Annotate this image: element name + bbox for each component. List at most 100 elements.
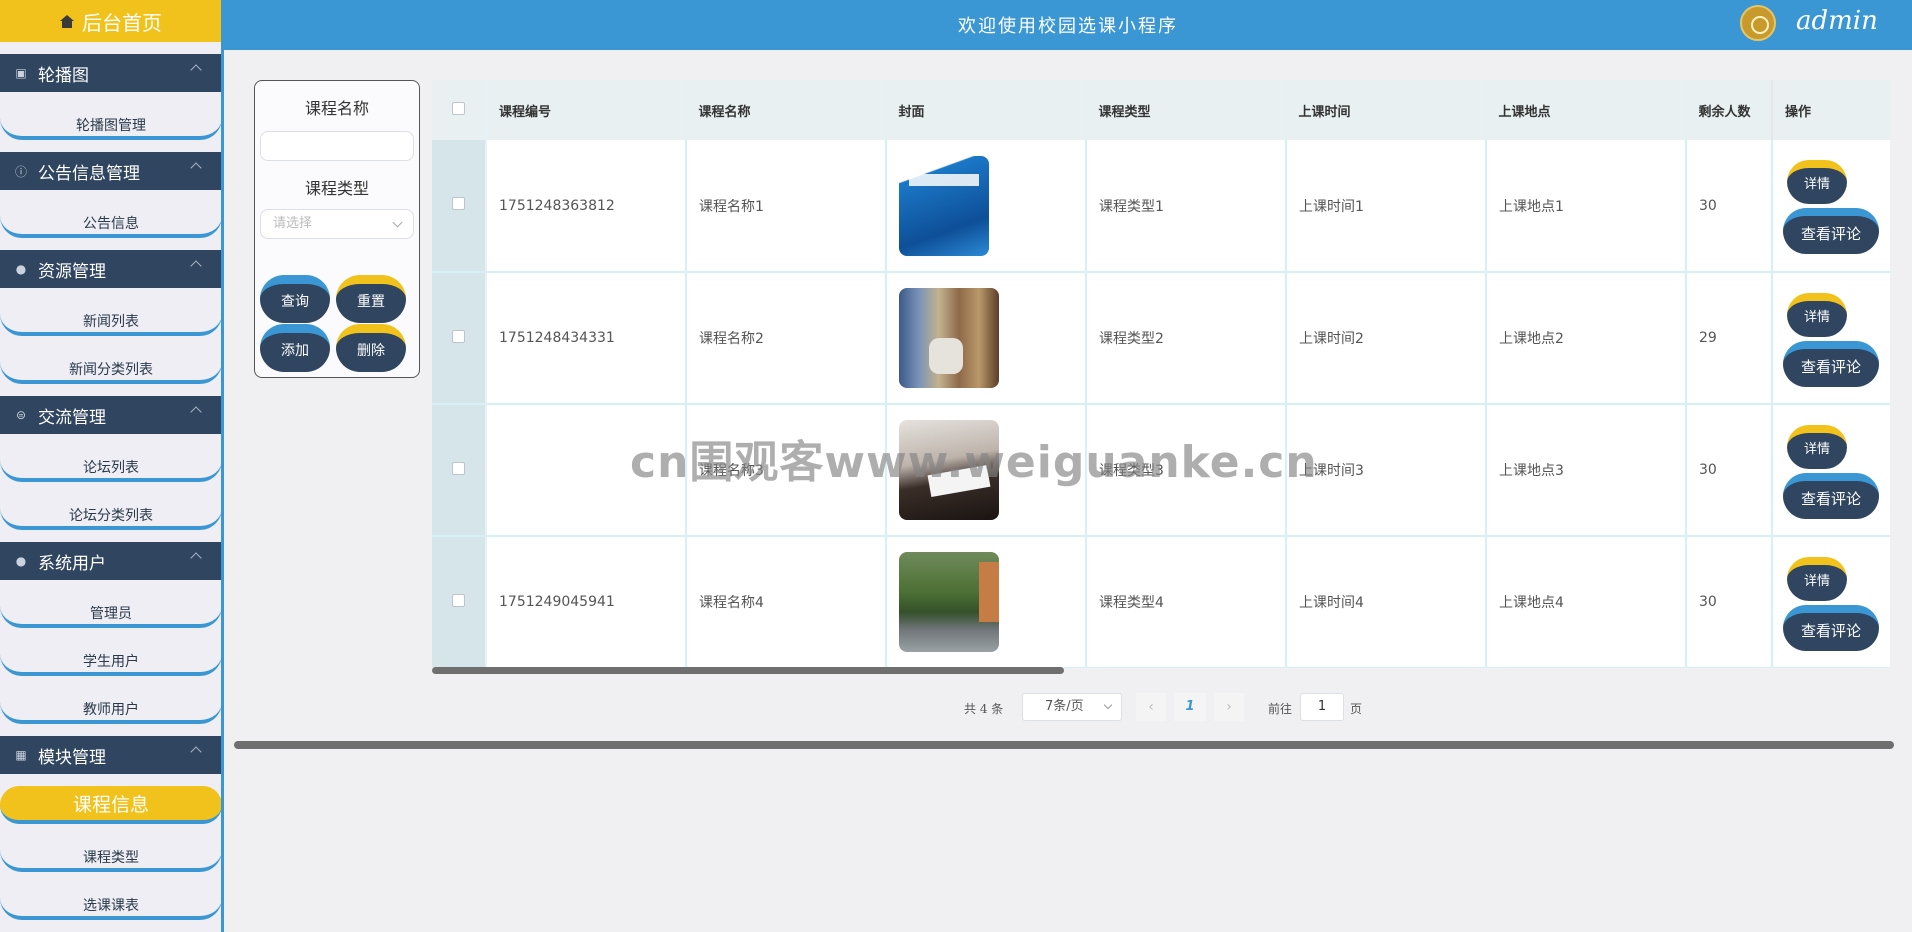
- chevron-up-icon: [190, 64, 202, 76]
- current-page[interactable]: 1: [1174, 693, 1206, 721]
- course-cover-image[interactable]: [899, 155, 989, 256]
- sidebar-item-forum-category[interactable]: 论坛分类列表: [0, 494, 221, 530]
- chevron-down-icon: [1103, 700, 1113, 710]
- row-checkbox[interactable]: [452, 593, 465, 607]
- detail-button[interactable]: 详情: [1787, 425, 1847, 469]
- column-header[interactable]: 课程名称: [686, 80, 887, 140]
- chevron-up-icon: [190, 406, 202, 418]
- column-header[interactable]: 剩余人数: [1686, 80, 1773, 140]
- course-remaining: 30: [1686, 536, 1773, 668]
- course-name: 课程名称1: [686, 140, 887, 273]
- sidebar-group-head[interactable]: ▦ 模块管理: [0, 736, 221, 774]
- next-page-button[interactable]: ›: [1214, 693, 1244, 721]
- course-cover-cell: [886, 272, 1087, 405]
- delete-button[interactable]: 删除: [336, 324, 406, 372]
- select-all-checkbox[interactable]: [452, 101, 465, 115]
- sidebar-item-course-type[interactable]: 课程类型: [0, 836, 221, 872]
- row-checkbox[interactable]: [452, 461, 465, 475]
- sidebar-group-forum: ⊜ 交流管理 论坛列表 论坛分类列表: [0, 396, 221, 530]
- column-header[interactable]: 课程编号: [486, 80, 687, 140]
- view-reviews-button[interactable]: 查看评论: [1783, 473, 1879, 519]
- table-row: 1751248434331 课程名称2 课程类型2 上课时间2 上课地点2 29…: [432, 272, 1890, 405]
- sidebar-item-label: 课程信息: [72, 794, 149, 816]
- sidebar-item-carousel-manage[interactable]: 轮播图管理: [0, 104, 221, 140]
- page-horizontal-scrollbar[interactable]: [234, 741, 1894, 749]
- sidebar-item-news-list[interactable]: 新闻列表: [0, 300, 221, 336]
- search-panel: 课程名称 课程类型 请选择 查询 重置 添加 删除: [254, 80, 420, 378]
- column-header[interactable]: 封面: [886, 80, 1087, 140]
- table-horizontal-scrollbar[interactable]: [432, 667, 1064, 674]
- detail-button[interactable]: 详情: [1787, 557, 1847, 601]
- sidebar-group-head[interactable]: ● 系统用户: [0, 542, 221, 580]
- view-reviews-button[interactable]: 查看评论: [1783, 341, 1879, 387]
- sidebar-group-head[interactable]: ▣ 轮播图: [0, 54, 221, 92]
- query-button[interactable]: 查询: [260, 275, 330, 323]
- chevron-up-icon: [190, 746, 202, 758]
- course-time: 上课时间4: [1286, 536, 1487, 668]
- page-size-select[interactable]: 7条/页: [1022, 693, 1122, 721]
- course-cover-image[interactable]: [899, 288, 999, 388]
- sidebar-item-notice[interactable]: 公告信息: [0, 202, 221, 238]
- image-icon: ▣: [15, 66, 27, 80]
- row-select-cell: [432, 536, 487, 668]
- course-time: 上课时间2: [1286, 272, 1487, 405]
- sidebar-group-title: 资源管理: [38, 261, 106, 282]
- sidebar-item-admin[interactable]: 管理员: [0, 592, 221, 628]
- course-type-label: 课程类型: [304, 179, 369, 198]
- page-unit-label: 页: [1350, 702, 1363, 716]
- row-checkbox[interactable]: [452, 329, 465, 343]
- user-icon: ●: [15, 554, 27, 568]
- course-type: 课程类型2: [1086, 272, 1287, 405]
- course-type-select[interactable]: 请选择: [260, 209, 414, 239]
- course-id: 1751248434331: [486, 272, 687, 405]
- location-icon: ●: [15, 262, 27, 276]
- course-time: 上课时间1: [1286, 140, 1487, 273]
- grid-icon: ▦: [15, 748, 27, 762]
- prev-page-button[interactable]: ‹: [1136, 693, 1166, 721]
- chevron-down-icon: [392, 217, 403, 228]
- add-button[interactable]: 添加: [260, 324, 330, 372]
- column-header[interactable]: 上课时间: [1286, 80, 1487, 140]
- sidebar-item-course-info[interactable]: 课程信息: [0, 786, 221, 824]
- course-name-label: 课程名称: [304, 99, 369, 118]
- detail-button[interactable]: 详情: [1787, 293, 1847, 337]
- user-name[interactable]: admin: [1796, 6, 1878, 36]
- sidebar-group-head[interactable]: ● 资源管理: [0, 250, 221, 288]
- course-remaining: 29: [1686, 272, 1773, 405]
- column-header[interactable]: 课程类型: [1086, 80, 1287, 140]
- sidebar-home[interactable]: 后台首页: [0, 0, 221, 42]
- row-select-cell: [432, 140, 487, 273]
- row-actions: 详情 查看评论: [1772, 140, 1890, 273]
- sidebar-group-head[interactable]: ⓘ 公告信息管理: [0, 152, 221, 190]
- sidebar-item-news-category[interactable]: 新闻分类列表: [0, 348, 221, 384]
- sidebar-group-head[interactable]: ⊜ 交流管理: [0, 396, 221, 434]
- sidebar-item-course-schedule[interactable]: 选课课表: [0, 884, 221, 920]
- course-id: 1751248363812: [486, 140, 687, 273]
- sidebar-item-teachers[interactable]: 教师用户: [0, 688, 221, 724]
- info-icon: ⓘ: [14, 164, 27, 179]
- row-select-cell: [432, 404, 487, 537]
- reset-button[interactable]: 重置: [336, 275, 406, 323]
- view-reviews-button[interactable]: 查看评论: [1783, 208, 1879, 254]
- chevron-up-icon: [190, 260, 202, 272]
- course-id: 1751249045941: [486, 536, 687, 668]
- detail-button[interactable]: 详情: [1787, 160, 1847, 204]
- course-name: 课程名称4: [686, 536, 887, 668]
- top-header: 欢迎使用校园选课小程序: [224, 0, 1912, 50]
- goto-page-input[interactable]: 1: [1300, 693, 1344, 721]
- sidebar-item-students[interactable]: 学生用户: [0, 640, 221, 676]
- course-type: 课程类型1: [1086, 140, 1287, 273]
- column-header[interactable]: 上课地点: [1486, 80, 1687, 140]
- home-icon: [60, 14, 74, 28]
- course-remaining: 30: [1686, 404, 1773, 537]
- course-cover-cell: [886, 536, 1087, 668]
- sidebar-item-forum-list[interactable]: 论坛列表: [0, 446, 221, 482]
- chat-icon: ⊜: [15, 408, 27, 422]
- view-reviews-button[interactable]: 查看评论: [1783, 605, 1879, 651]
- app-root: 后台首页 ▣ 轮播图 轮播图管理 ⓘ 公告信息管理 公告信息 ● 资源管理 新闻…: [0, 0, 1912, 932]
- course-name-input[interactable]: [260, 131, 414, 161]
- course-cover-image[interactable]: [899, 552, 999, 652]
- row-checkbox[interactable]: [452, 197, 465, 210]
- goto-label: 前往: [1268, 702, 1293, 716]
- page-size-value: 7条/页: [1045, 699, 1084, 714]
